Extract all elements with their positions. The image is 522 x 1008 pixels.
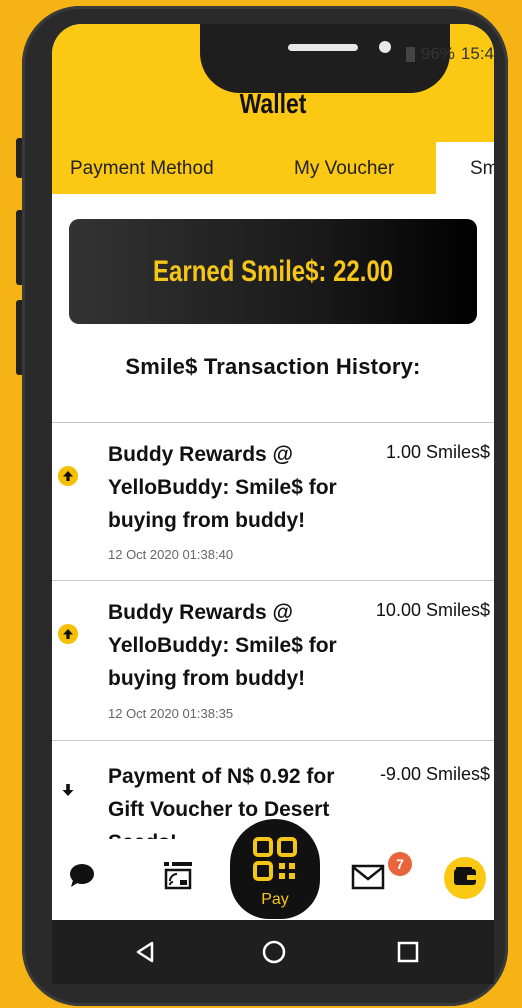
- nav-cast[interactable]: [158, 857, 198, 897]
- history-title: Smile$ Transaction History:: [125, 354, 421, 379]
- status-bar: 96% 15:4: [405, 44, 494, 64]
- speaker-grille: [288, 44, 358, 51]
- smiles-balance-text: Earned Smile$: 22.00: [152, 254, 394, 288]
- arrow-down-icon: [58, 780, 78, 800]
- transaction-amount: 10.00 Smiles$: [375, 600, 490, 620]
- transaction-date: 12 Oct 2020 01:38:35: [108, 706, 234, 721]
- battery-icon: [405, 46, 415, 62]
- nav-mail[interactable]: [348, 861, 388, 897]
- mail-badge: 7: [388, 852, 412, 876]
- transaction-description: Payment of N$ 0.92 for Gift Voucher to D…: [108, 765, 335, 840]
- transaction-item[interactable]: Buddy Rewards @ YelloBuddy: Smile$ for b…: [52, 580, 494, 740]
- recents-icon[interactable]: [396, 940, 420, 969]
- transaction-description: Buddy Rewards @ YelloBuddy: Smile$ for b…: [108, 601, 337, 690]
- tab-my-voucher[interactable]: My Voucher: [294, 158, 394, 180]
- arrow-up-icon: [58, 466, 78, 486]
- transaction-amount: -9.00 Smiles$: [379, 764, 490, 784]
- chat-icon: [68, 862, 96, 893]
- android-nav-bar: [52, 920, 494, 984]
- qr-pay-icon: [253, 837, 297, 886]
- smiles-balance-card: Earned Smile$: 22.00: [69, 219, 477, 324]
- mail-icon: [351, 864, 385, 895]
- transaction-description: Buddy Rewards @ YelloBuddy: Smile$ for b…: [108, 443, 337, 532]
- transaction-date: 12 Oct 2020 01:38:40: [108, 547, 234, 562]
- arrow-up-icon: [58, 624, 78, 644]
- battery-level: 96%: [420, 44, 455, 63]
- pay-button[interactable]: Pay: [230, 819, 320, 919]
- pay-label: Pay: [261, 891, 289, 908]
- transaction-amount: 1.00 Smiles$: [385, 442, 490, 462]
- nav-wallet[interactable]: [444, 857, 486, 899]
- transaction-item[interactable]: Buddy Rewards @ YelloBuddy: Smile$ for b…: [52, 422, 494, 580]
- home-icon[interactable]: [260, 938, 288, 971]
- nav-chat[interactable]: [64, 859, 100, 895]
- tab-smiles[interactable]: Sm: [436, 142, 494, 194]
- tab-payment-method[interactable]: Payment Method: [70, 158, 214, 180]
- front-camera: [379, 41, 391, 53]
- back-icon[interactable]: [134, 940, 156, 969]
- cast-icon: [162, 860, 194, 895]
- clock: 15:4: [460, 44, 494, 63]
- app-screen: 96% 15:4 Wallet Payment Method My Vouche…: [52, 24, 494, 920]
- wallet-icon: [453, 866, 477, 891]
